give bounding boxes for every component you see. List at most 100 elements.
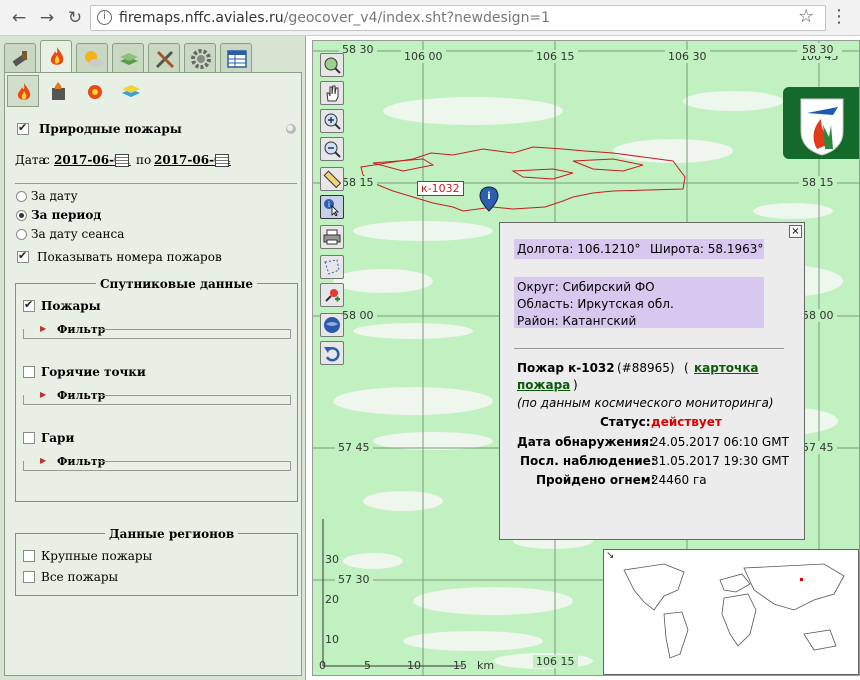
weather-sun-icon [85, 51, 103, 67]
minimap-location [800, 578, 803, 581]
lon-label: 106 15 [533, 50, 578, 63]
tab-fires[interactable] [40, 40, 72, 73]
last-obs-label: Посл. наблюдение: [520, 454, 656, 468]
pan-button[interactable] [320, 81, 344, 105]
tab-tools[interactable] [148, 43, 180, 72]
map-canvas[interactable]: 58 30 106 00 106 15 106 30 106 45 58 30 … [312, 40, 860, 676]
calendar-from-icon[interactable] [115, 154, 129, 167]
info-icon[interactable]: i [97, 10, 112, 25]
lat-label: 58 15 [799, 176, 837, 189]
lon-label: 106 00 [401, 50, 446, 63]
scale-x-tick: 15 [453, 659, 467, 672]
fire-number-label[interactable]: к-1032 [417, 181, 464, 196]
natural-fires-checkbox[interactable] [17, 121, 29, 135]
raion-text: Район: Катангский [517, 314, 637, 328]
lat-label: 57 45 [335, 441, 373, 454]
fire-icon [17, 83, 31, 100]
radio-by-period[interactable] [16, 210, 27, 221]
all-fires-label: Все пожары [41, 570, 119, 584]
close-icon[interactable]: × [789, 225, 802, 238]
burned-checkbox[interactable] [23, 432, 35, 444]
last-obs-value: 31.05.2017 19:30 GMT [651, 454, 789, 468]
radio-by-period-label: За период [31, 208, 102, 222]
section-title: Природные пожары [39, 122, 182, 136]
scale-unit: km [477, 659, 495, 672]
measure-button[interactable] [320, 167, 344, 191]
fire-card-link[interactable]: карточка [694, 361, 759, 375]
world-map [623, 563, 845, 659]
radio-by-session[interactable] [16, 229, 27, 240]
subtab-industrial-fires[interactable] [43, 75, 75, 107]
calendar-to-icon[interactable] [215, 154, 229, 167]
avialesookhrana-logo [783, 87, 859, 159]
scale-x-tick: 5 [364, 659, 371, 672]
globe-zoom-icon [324, 57, 341, 74]
fires-panel: Природные пожары Дата с 2017-06-01 по 20… [4, 72, 302, 676]
browser-menu-icon[interactable]: ⋮ [830, 6, 848, 27]
layers-icon [120, 53, 138, 65]
url-path: /geocover_v4/index.sht?newdesign=1 [283, 10, 551, 26]
large-fires-checkbox[interactable] [23, 550, 35, 562]
lon-label: 106 30 [665, 50, 710, 63]
burned-area-value: 24460 га [651, 473, 707, 487]
status-value: действует [651, 415, 722, 429]
tab-table[interactable] [220, 43, 252, 72]
date-to-label: по [136, 153, 152, 167]
subtab-burned[interactable] [115, 75, 147, 107]
tab-layers-tools[interactable] [4, 43, 36, 72]
hotspots-checkbox[interactable] [23, 366, 35, 378]
tab-layers[interactable] [112, 43, 144, 72]
radio-by-date[interactable] [16, 191, 27, 202]
lat-label: 58 30 [799, 43, 837, 56]
all-fires-checkbox[interactable] [23, 571, 35, 583]
address-bar[interactable]: i firemaps.nffc.aviales.ru/geocover_v4/i… [90, 5, 826, 31]
satellite-title: Спутниковые данные [96, 277, 257, 291]
reload-icon[interactable]: ↻ [64, 7, 86, 29]
detected-label: Дата обнаружения: [517, 435, 654, 449]
map-marker-icon[interactable]: i [479, 186, 499, 212]
add-point-button[interactable] [320, 283, 344, 307]
tools-icon [155, 50, 175, 69]
scale-bar: 30 20 10 0 5 10 15 km [319, 517, 494, 672]
fire-card-link-2[interactable]: пожара [517, 378, 570, 392]
table-icon [227, 50, 247, 68]
fires-checkbox[interactable] [23, 298, 35, 312]
hand-icon [326, 85, 339, 102]
subtab-hotspots[interactable] [79, 75, 111, 107]
zoom-out-button[interactable] [320, 137, 344, 161]
building-fire-icon [52, 82, 65, 100]
info-cursor-icon: i [324, 199, 339, 216]
radio-by-session-label: За дату сеанса [31, 227, 125, 241]
bookmark-star-icon[interactable]: ☆ [798, 6, 814, 27]
overview-minimap[interactable]: ↘ [603, 549, 859, 675]
show-numbers-checkbox[interactable] [17, 249, 29, 263]
browser-toolbar: ← → ↻ i firemaps.nffc.aviales.ru/geocove… [0, 0, 860, 36]
longitude-text: Долгота: 106.1210° [517, 242, 641, 256]
subtab-natural-fires[interactable] [7, 75, 39, 107]
info-small-icon[interactable] [285, 123, 297, 135]
date-label: Дата [15, 153, 46, 167]
fires-label: Пожары [41, 299, 101, 313]
large-fires-label: Крупные пожары [41, 549, 153, 563]
regions-fieldset [15, 533, 298, 596]
fires-filter-box [23, 329, 291, 339]
zoom-in-button[interactable] [320, 109, 344, 133]
minimap-toggle-icon[interactable]: ↘ [606, 550, 614, 561]
status-label: Статус: [600, 415, 651, 429]
back-icon[interactable]: ← [8, 7, 30, 29]
forward-icon[interactable]: → [36, 7, 58, 29]
select-area-button[interactable] [320, 255, 344, 279]
radio-by-date-label: За дату [31, 189, 78, 203]
burned-label: Гари [41, 431, 75, 445]
burned-area-label: Пройдено огнем: [536, 473, 656, 487]
scale-y-tick: 20 [325, 593, 339, 606]
tab-weather[interactable] [76, 43, 108, 72]
tab-settings[interactable] [184, 43, 216, 72]
google-earth-button[interactable] [320, 313, 344, 337]
polygon-select-icon [324, 259, 340, 275]
undo-button[interactable] [320, 341, 344, 365]
info-tool-button[interactable]: i [320, 195, 344, 219]
print-button[interactable] [320, 225, 344, 249]
zoom-extent-button[interactable] [320, 53, 344, 77]
show-numbers-label: Показывать номера пожаров [37, 250, 222, 264]
